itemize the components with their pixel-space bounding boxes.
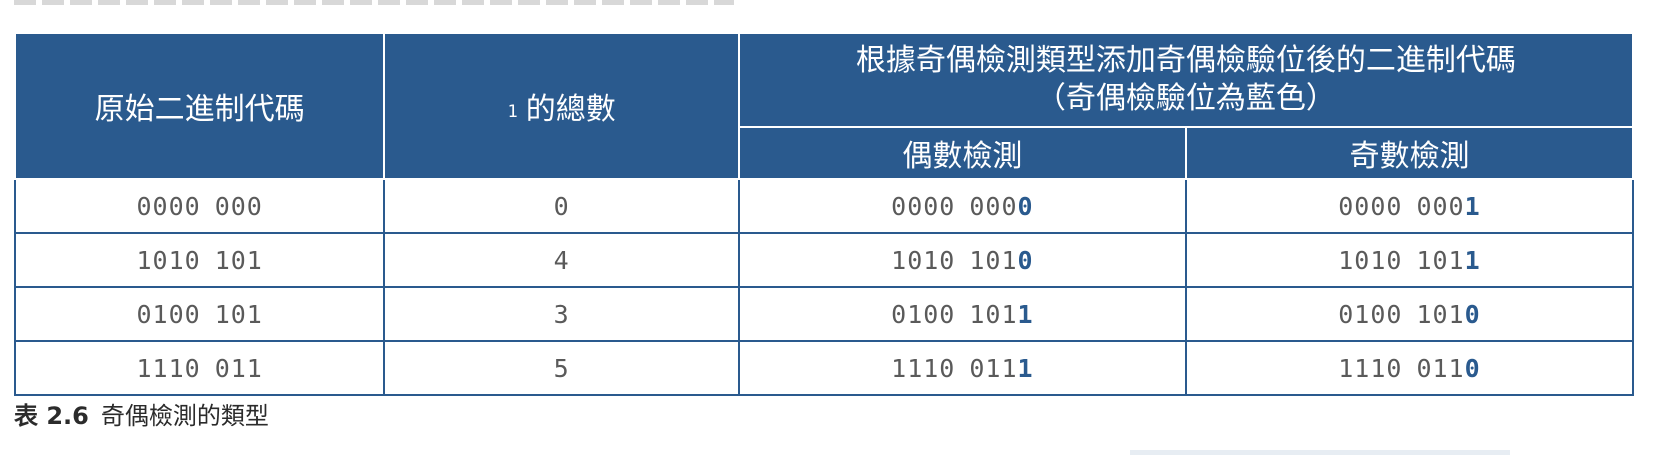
cell-count: 3 [383, 286, 740, 342]
odd-parity-bit: 1 [1464, 245, 1481, 275]
table-row: 0100 101 3 0100 1011 0100 1010 [13, 286, 1635, 342]
even-nibble: 1010 [891, 245, 956, 275]
even-parity-bit: 0 [1017, 245, 1034, 275]
even-parity-bit: 0 [1017, 191, 1034, 221]
cell-original: 0000 000 [13, 178, 386, 234]
cropped-previous-text [14, 0, 734, 5]
cell-count: 0 [383, 178, 740, 234]
even-bits: 000 [969, 191, 1018, 221]
odd-parity-bit: 0 [1464, 353, 1481, 383]
odd-parity-bit: 1 [1464, 191, 1481, 221]
odd-bits: 011 [1416, 353, 1465, 383]
header-count-label: 的總數 [525, 92, 616, 127]
cell-original: 1010 101 [13, 232, 386, 288]
cell-count: 5 [383, 340, 740, 396]
even-parity-bit: 1 [1017, 353, 1034, 383]
header-group-line2: （奇偶檢驗位為藍色） [1035, 81, 1336, 116]
header-even-parity: 偶數檢測 [737, 126, 1187, 180]
original-bits: 000 [214, 191, 263, 221]
header-original-code: 原始二進制代碼 [13, 32, 386, 180]
ones-count: 5 [553, 353, 570, 383]
header-odd-parity: 奇數檢測 [1184, 126, 1635, 180]
original-nibble: 0000 [136, 191, 201, 221]
header-one-digit: 1 [507, 102, 518, 122]
even-bits: 101 [969, 299, 1018, 329]
table-row: 1010 101 4 1010 1010 1010 1011 [13, 232, 1635, 288]
odd-parity-bit: 0 [1464, 299, 1481, 329]
original-bits: 101 [214, 299, 263, 329]
cell-original: 1110 011 [13, 340, 386, 396]
cell-odd: 1010 1011 [1184, 232, 1635, 288]
cell-even: 1010 1010 [737, 232, 1187, 288]
odd-nibble: 0000 [1338, 191, 1403, 221]
even-nibble: 0000 [891, 191, 956, 221]
original-nibble: 0100 [136, 299, 201, 329]
table-caption: 表 2.6 奇偶檢測的類型 [14, 396, 269, 431]
cell-even: 0000 0000 [737, 178, 1187, 234]
cell-even: 1110 0111 [737, 340, 1187, 396]
header-group-line1: 根據奇偶檢測類型添加奇偶檢驗位後的二進制代碼 [855, 43, 1516, 78]
original-nibble: 1010 [136, 245, 201, 275]
table-row: 0000 000 0 0000 0000 0000 0001 [13, 178, 1635, 234]
cell-odd: 1110 0110 [1184, 340, 1635, 396]
ones-count: 4 [553, 245, 570, 275]
cell-original: 0100 101 [13, 286, 386, 342]
header-ones-count: 1 的總數 [383, 32, 740, 180]
even-nibble: 0100 [891, 299, 956, 329]
original-nibble: 1110 [136, 353, 201, 383]
header-even-label: 偶數檢測 [902, 139, 1023, 174]
odd-bits: 000 [1416, 191, 1465, 221]
header-odd-label: 奇數檢測 [1349, 139, 1470, 174]
parity-table: 原始二進制代碼 1 的總數 根據奇偶檢測類型添加奇偶檢驗位後的二進制代碼 （奇偶檢… [13, 32, 1635, 396]
table-row: 1110 011 5 1110 0111 1110 0110 [13, 340, 1635, 396]
even-nibble: 1110 [891, 353, 956, 383]
odd-bits: 101 [1416, 245, 1465, 275]
header-parity-group: 根據奇偶檢測類型添加奇偶檢驗位後的二進制代碼 （奇偶檢驗位為藍色） [737, 32, 1635, 128]
ones-count: 3 [553, 299, 570, 329]
cell-even: 0100 1011 [737, 286, 1187, 342]
odd-nibble: 0100 [1338, 299, 1403, 329]
cell-odd: 0100 1010 [1184, 286, 1635, 342]
original-bits: 101 [214, 245, 263, 275]
cell-count: 4 [383, 232, 740, 288]
even-parity-bit: 1 [1017, 299, 1034, 329]
caption-text: 奇偶檢測的類型 [100, 402, 269, 430]
header-original-label: 原始二進制代碼 [94, 92, 305, 127]
even-bits: 011 [969, 353, 1018, 383]
ones-count: 0 [553, 191, 570, 221]
odd-nibble: 1110 [1338, 353, 1403, 383]
even-bits: 101 [969, 245, 1018, 275]
cell-odd: 0000 0001 [1184, 178, 1635, 234]
cropped-next-element [1130, 450, 1510, 455]
caption-number: 表 2.6 [14, 402, 89, 430]
odd-nibble: 1010 [1338, 245, 1403, 275]
original-bits: 011 [214, 353, 263, 383]
odd-bits: 101 [1416, 299, 1465, 329]
